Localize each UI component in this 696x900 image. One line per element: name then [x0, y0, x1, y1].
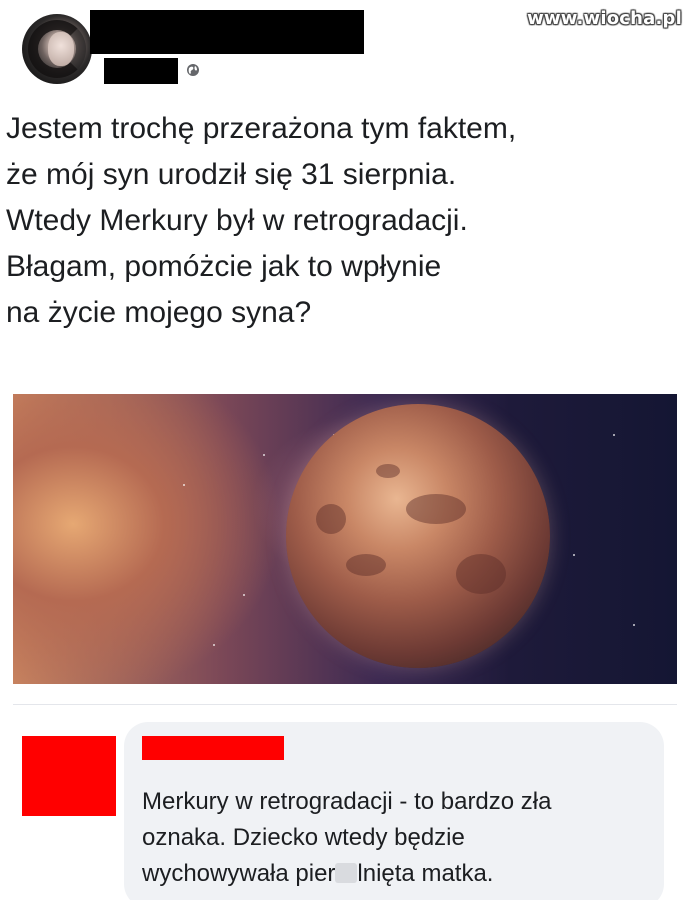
surface-feature: [406, 494, 466, 524]
comment-text: Merkury w retrogradacji - to bardzo zła …: [142, 784, 652, 892]
avatar-face: [48, 32, 74, 66]
star: [613, 434, 615, 436]
divider: [13, 704, 677, 705]
star: [243, 594, 245, 596]
star: [183, 484, 185, 486]
star: [263, 454, 265, 456]
redacted-post-timestamp: [104, 58, 178, 84]
globe-icon: [187, 64, 199, 76]
surface-feature: [316, 504, 346, 534]
post-text: Jestem trochę przerażona tym faktem, że …: [6, 112, 517, 329]
post-photo-planet[interactable]: [13, 394, 677, 684]
surface-feature: [346, 554, 386, 576]
star: [633, 624, 635, 626]
blurred-word: [335, 863, 358, 883]
star: [573, 554, 575, 556]
redacted-poster-name: [90, 10, 364, 54]
planet-mercury: [286, 404, 550, 668]
surface-feature: [456, 554, 506, 594]
surface-feature: [376, 464, 400, 478]
redacted-commenter-name[interactable]: [142, 736, 284, 760]
star: [213, 644, 215, 646]
comment-text-after: lnięta matka.: [357, 860, 494, 887]
poster-avatar[interactable]: [22, 14, 92, 84]
watermark: www.wiocha.pl: [527, 8, 682, 29]
redacted-commenter-avatar[interactable]: [22, 736, 116, 816]
facebook-post-screenshot: www.wiocha.pl Jestem trochę przerażona t…: [0, 0, 696, 900]
